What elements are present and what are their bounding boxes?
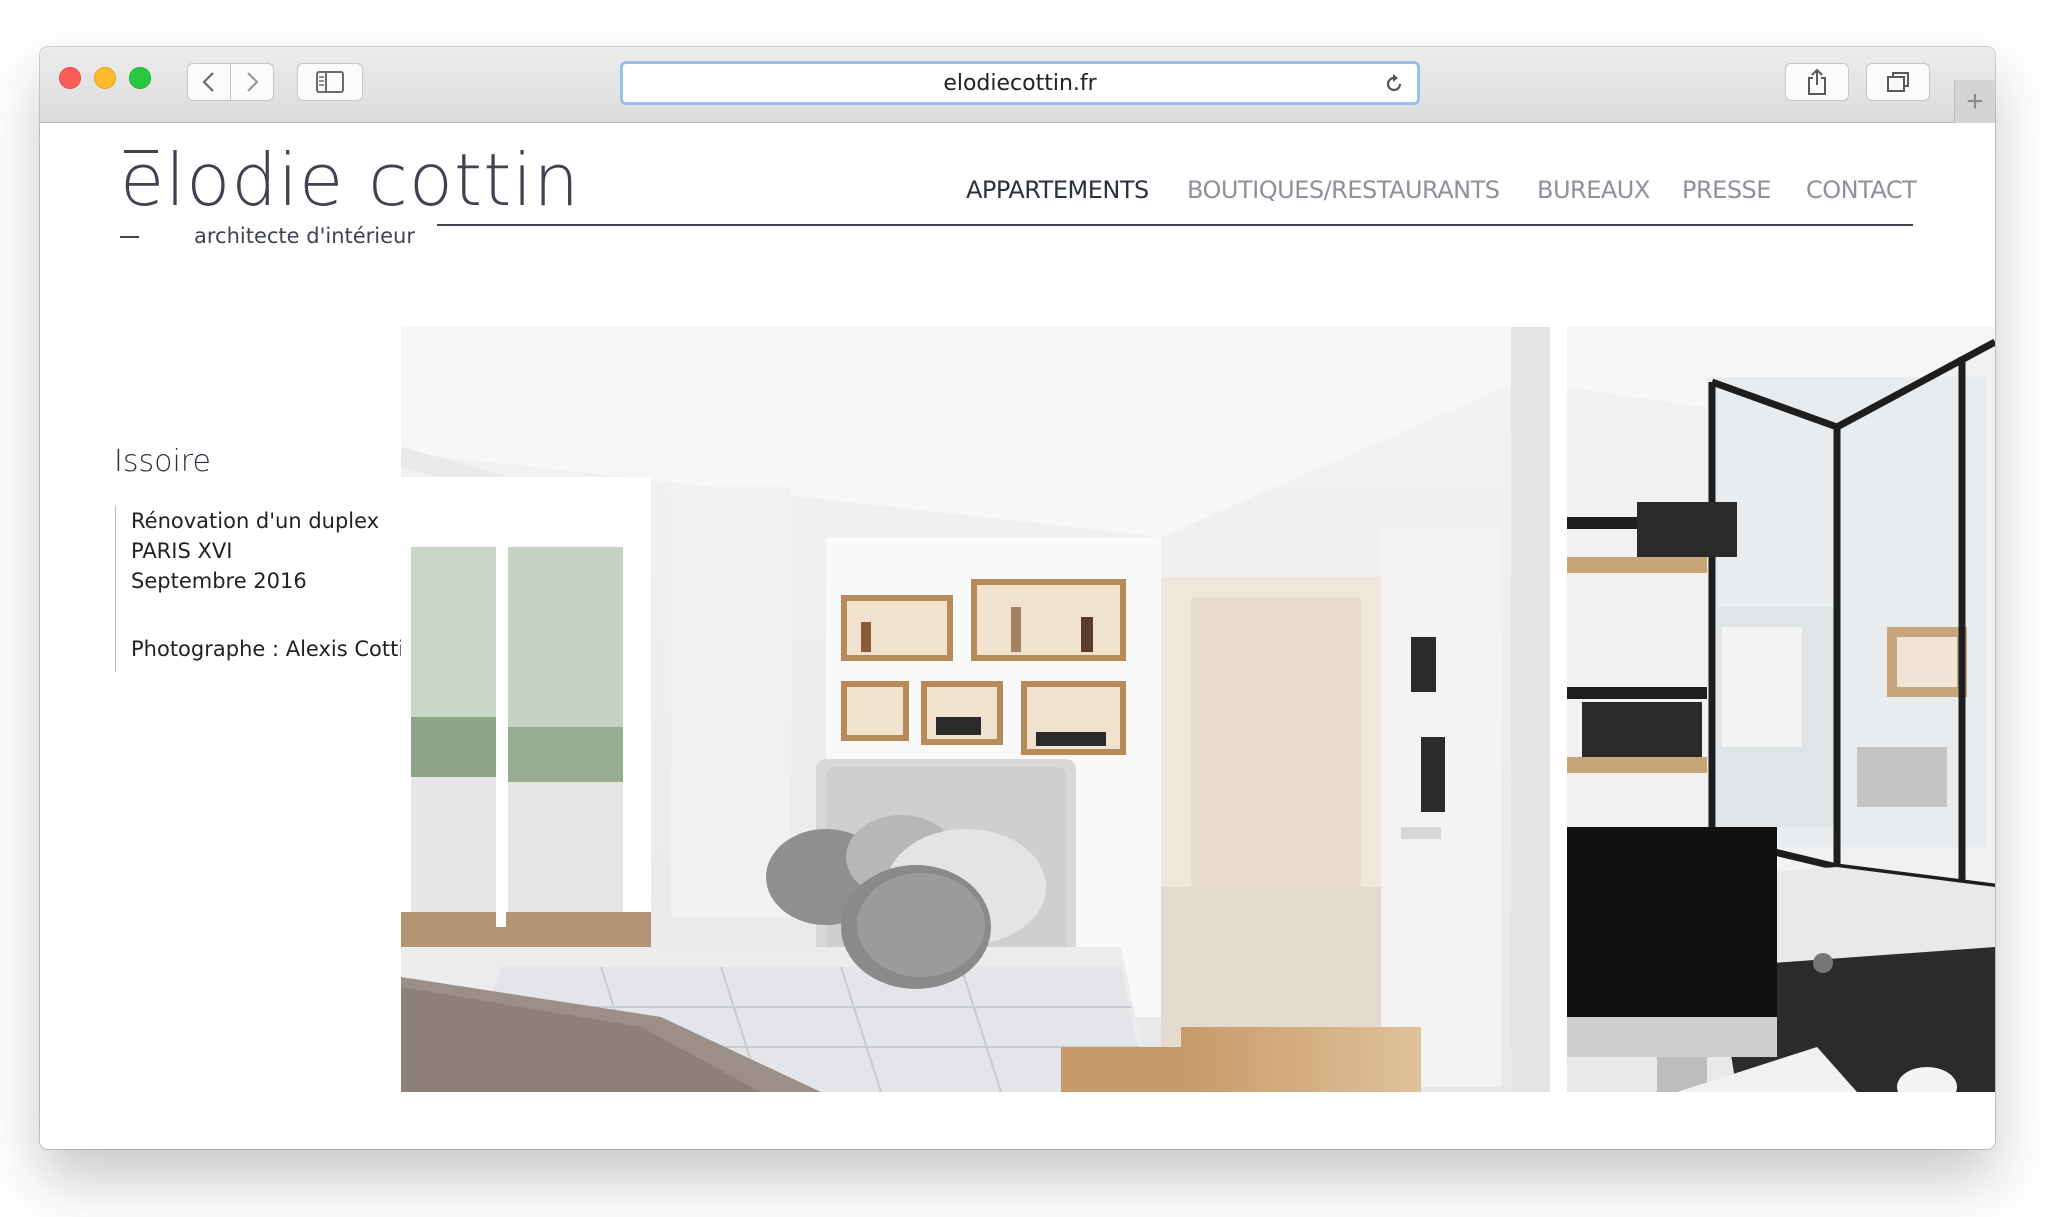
sidebar-icon <box>316 71 344 93</box>
project-title: Issoire <box>114 444 211 479</box>
new-tab-button[interactable]: + <box>1954 80 1995 123</box>
reload-icon[interactable] <box>1383 73 1405 95</box>
url-text: elodiecottin.fr <box>943 70 1097 96</box>
sidebar-toggle-button[interactable] <box>297 63 363 101</box>
nav-item-bureaux[interactable]: BUREAUX <box>1537 176 1650 204</box>
share-button[interactable] <box>1785 63 1849 101</box>
bedroom-photo[interactable] <box>401 327 1550 1092</box>
share-icon <box>1808 68 1826 95</box>
project-details: Rénovation d'un duplex PARIS XVI Septemb… <box>115 506 417 672</box>
nav-item-appartements[interactable]: APPARTEMENTS <box>966 176 1149 204</box>
logo-dash <box>120 236 139 238</box>
project-description: Rénovation d'un duplex <box>131 509 380 533</box>
web-page: elodie cottin architecte d'intérieur APP… <box>40 124 1995 1149</box>
project-location: PARIS XVI <box>131 539 233 563</box>
logo-macron <box>124 150 158 153</box>
browser-window: elodiecottin.fr + elodie cottin architec… <box>40 47 1995 1149</box>
project-photographer: Photographe : Alexis Cottin <box>131 637 418 661</box>
nav-underline <box>437 224 1913 226</box>
minimize-window-button[interactable] <box>94 67 116 89</box>
close-window-button[interactable] <box>59 67 81 89</box>
main-nav: APPARTEMENTS BOUTIQUES/RESTAURANTS BUREA… <box>40 176 1995 206</box>
nav-item-presse[interactable]: PRESSE <box>1682 176 1771 204</box>
forward-button[interactable] <box>230 63 274 101</box>
show-tabs-button[interactable] <box>1866 63 1930 101</box>
nav-item-boutiques-restaurants[interactable]: BOUTIQUES/RESTAURANTS <box>1187 176 1500 204</box>
browser-toolbar: elodiecottin.fr + <box>40 47 1995 123</box>
zoom-window-button[interactable] <box>129 67 151 89</box>
nav-item-contact[interactable]: CONTACT <box>1806 176 1917 204</box>
back-button[interactable] <box>187 63 231 101</box>
office-photo[interactable] <box>1567 327 1995 1092</box>
logo-tagline: architecte d'intérieur <box>194 224 415 248</box>
address-bar[interactable]: elodiecottin.fr <box>620 61 1420 105</box>
tabs-icon <box>1887 72 1909 92</box>
chevron-right-icon <box>247 72 259 92</box>
chevron-left-icon <box>202 72 214 92</box>
project-date: Septembre 2016 <box>131 569 307 593</box>
